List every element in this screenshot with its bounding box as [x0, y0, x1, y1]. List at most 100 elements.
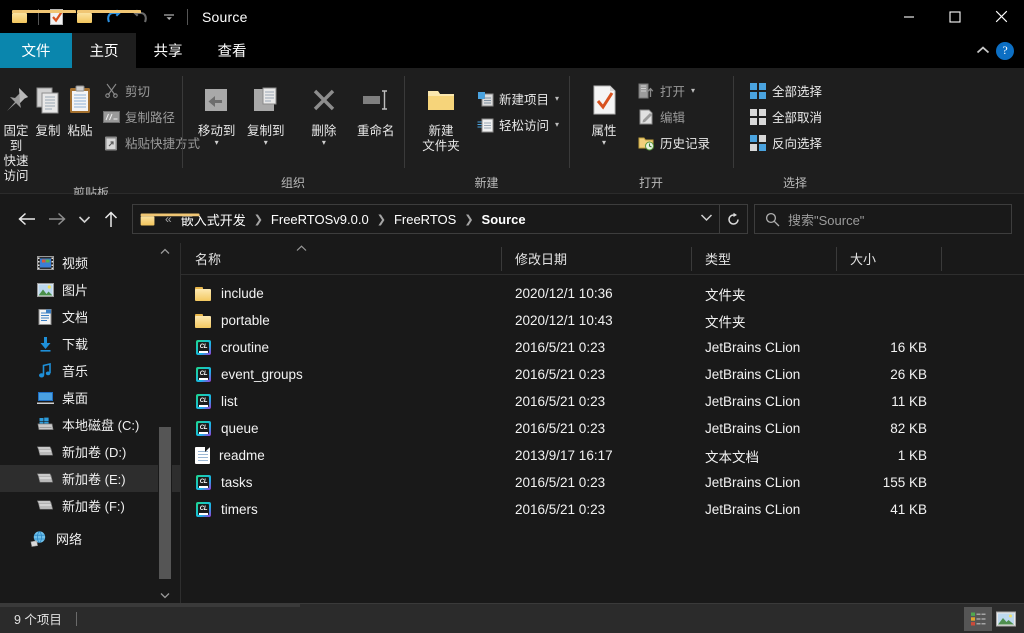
sidebar-item-volume-f[interactable]: 新加卷 (F:) — [0, 492, 180, 519]
videos-icon — [36, 254, 54, 272]
select-all-label: 全部选择 — [772, 85, 823, 99]
column-header-size[interactable]: 大小 — [836, 243, 941, 275]
column-header-type[interactable]: 类型 — [691, 243, 836, 275]
invert-selection-button[interactable]: 反向选择 — [747, 130, 828, 155]
tab-share[interactable]: 共享 — [136, 33, 200, 68]
file-name-cell[interactable]: CL list — [181, 393, 501, 410]
tab-view[interactable]: 查看 — [200, 33, 264, 68]
navigation-scrollbar[interactable] — [158, 243, 172, 603]
delete-button[interactable]: 删除 ▾ — [300, 74, 347, 147]
refresh-icon[interactable] — [719, 205, 747, 233]
table-row[interactable]: readme 2013/9/17 16:17 文本文档 1 KB — [181, 442, 1024, 469]
close-icon[interactable] — [978, 0, 1024, 33]
help-icon[interactable]: ? — [996, 41, 1014, 60]
column-header-extra[interactable] — [941, 243, 1001, 275]
back-arrow-icon[interactable] — [12, 204, 42, 234]
chevron-right-icon-0[interactable]: ❯ — [251, 213, 266, 226]
new-item-dropdown-icon[interactable]: ▾ — [555, 94, 559, 103]
breadcrumb[interactable]: « 嵌入式开发 ❯ FreeRTOSv9.0.0 ❯ FreeRTOS ❯ So… — [132, 204, 748, 234]
undo-icon[interactable] — [100, 4, 126, 30]
file-name-cell[interactable]: readme — [181, 447, 501, 464]
sidebar-item-local-disk-c[interactable]: 本地磁盘 (C:) — [0, 411, 180, 438]
table-row[interactable]: CL croutine 2016/5/21 0:23 JetBrains CLi… — [181, 334, 1024, 361]
paste-button[interactable]: 粘贴 — [64, 74, 96, 139]
up-arrow-icon[interactable] — [96, 204, 126, 234]
file-name-cell[interactable]: include — [181, 286, 501, 301]
search-input[interactable]: 搜索"Source" — [754, 204, 1012, 234]
copy-button[interactable]: 复制 — [32, 74, 64, 139]
customize-dropdown-icon[interactable] — [156, 4, 182, 30]
new-folder-icon[interactable] — [72, 4, 141, 30]
file-name-cell[interactable]: CL tasks — [181, 474, 501, 491]
tab-file[interactable]: 文件 — [0, 33, 72, 68]
easy-access-dropdown-icon[interactable]: ▾ — [555, 120, 559, 129]
file-name-cell[interactable]: CL event_groups — [181, 366, 501, 383]
sidebar-item-pictures[interactable]: 图片 — [0, 276, 180, 303]
move-to-dropdown-icon[interactable]: ▾ — [215, 139, 219, 147]
easy-access-button[interactable]: 轻松访问 ▾ — [474, 112, 565, 137]
pin-to-quick-access-button[interactable]: 固定到 快速访问 — [0, 74, 32, 184]
open-dropdown-icon[interactable]: ▾ — [691, 86, 695, 95]
sidebar-item-downloads[interactable]: 下载 — [0, 330, 180, 357]
file-name-cell[interactable]: CL timers — [181, 501, 501, 518]
file-name-cell[interactable]: portable — [181, 313, 501, 328]
breadcrumb-item-3[interactable]: Source — [477, 212, 531, 227]
sidebar-item-documents[interactable]: 文档 — [0, 303, 180, 330]
sidebar-item-network[interactable]: 网络 — [0, 525, 180, 552]
table-row[interactable]: CL queue 2016/5/21 0:23 JetBrains CLion … — [181, 415, 1024, 442]
redo-icon[interactable] — [128, 4, 154, 30]
open-button[interactable]: 打开 ▾ — [635, 78, 716, 103]
properties-button[interactable]: 属性 ▾ — [577, 74, 631, 147]
folder-icon[interactable] — [7, 4, 76, 30]
large-icons-view-button[interactable] — [992, 607, 1020, 631]
edit-button[interactable]: 编辑 — [635, 104, 716, 129]
move-to-button[interactable]: 移动到 ▾ — [192, 74, 241, 147]
table-row[interactable]: include 2020/12/1 10:36 文件夹 — [181, 280, 1024, 307]
file-date-cell: 2016/5/21 0:23 — [515, 502, 606, 517]
sidebar-item-videos[interactable]: 视频 — [0, 249, 180, 276]
navigation-scroll-thumb[interactable] — [159, 427, 171, 579]
breadcrumb-item-1[interactable]: FreeRTOSv9.0.0 — [266, 212, 374, 227]
breadcrumb-item-2[interactable]: FreeRTOS — [389, 212, 461, 227]
copy-to-dropdown-icon[interactable]: ▾ — [264, 139, 268, 147]
chevron-up-icon[interactable] — [976, 44, 990, 58]
sidebar-item-music[interactable]: 音乐 — [0, 357, 180, 384]
sidebar-item-volume-d[interactable]: 新加卷 (D:) — [0, 438, 180, 465]
address-dropdown-icon[interactable] — [693, 213, 719, 225]
sidebar-item-label: 新加卷 (D:) — [62, 445, 127, 460]
chevron-right-icon-1[interactable]: ❯ — [374, 213, 389, 226]
table-row[interactable]: portable 2020/12/1 10:43 文件夹 — [181, 307, 1024, 334]
scroll-up-icon[interactable] — [158, 243, 172, 259]
breadcrumb-item-0[interactable]: 嵌入式开发 — [176, 210, 251, 229]
table-row[interactable]: CL tasks 2016/5/21 0:23 JetBrains CLion … — [181, 469, 1024, 496]
column-header-name[interactable]: 名称 — [181, 243, 501, 275]
history-button[interactable]: 历史记录 — [635, 130, 716, 155]
tab-home[interactable]: 主页 — [72, 33, 136, 68]
column-header-date[interactable]: 修改日期 — [501, 243, 691, 275]
details-view-button[interactable] — [964, 606, 992, 631]
table-row[interactable]: CL list 2016/5/21 0:23 JetBrains CLion 1… — [181, 388, 1024, 415]
properties-icon[interactable] — [44, 4, 70, 30]
select-all-button[interactable]: 全部选择 — [747, 78, 828, 103]
copy-to-button[interactable]: 复制到 ▾ — [241, 74, 290, 147]
select-none-button[interactable]: 全部取消 — [747, 104, 828, 129]
new-folder-button[interactable]: 新建 文件夹 — [412, 74, 470, 154]
properties-dropdown-icon[interactable]: ▾ — [602, 139, 606, 147]
delete-dropdown-icon[interactable]: ▾ — [322, 139, 326, 147]
recent-locations-icon[interactable] — [72, 204, 96, 234]
sidebar-item-volume-e[interactable]: 新加卷 (E:) — [0, 465, 180, 492]
drive-icon — [36, 443, 54, 461]
file-name-cell[interactable]: CL croutine — [181, 339, 501, 356]
sidebar-item-desktop[interactable]: 桌面 — [0, 384, 180, 411]
maximize-icon[interactable] — [932, 0, 978, 33]
status-divider — [75, 611, 77, 626]
scroll-down-icon[interactable] — [158, 587, 172, 603]
chevron-right-icon-2[interactable]: ❯ — [461, 213, 476, 226]
rename-button[interactable]: 重命名 — [348, 74, 404, 139]
file-name-cell[interactable]: CL queue — [181, 420, 501, 437]
minimize-icon[interactable] — [886, 0, 932, 33]
new-item-button[interactable]: 新建项目 ▾ — [474, 86, 565, 111]
forward-arrow-icon[interactable] — [42, 204, 72, 234]
table-row[interactable]: CL event_groups 2016/5/21 0:23 JetBrains… — [181, 361, 1024, 388]
table-row[interactable]: CL timers 2016/5/21 0:23 JetBrains CLion… — [181, 496, 1024, 523]
